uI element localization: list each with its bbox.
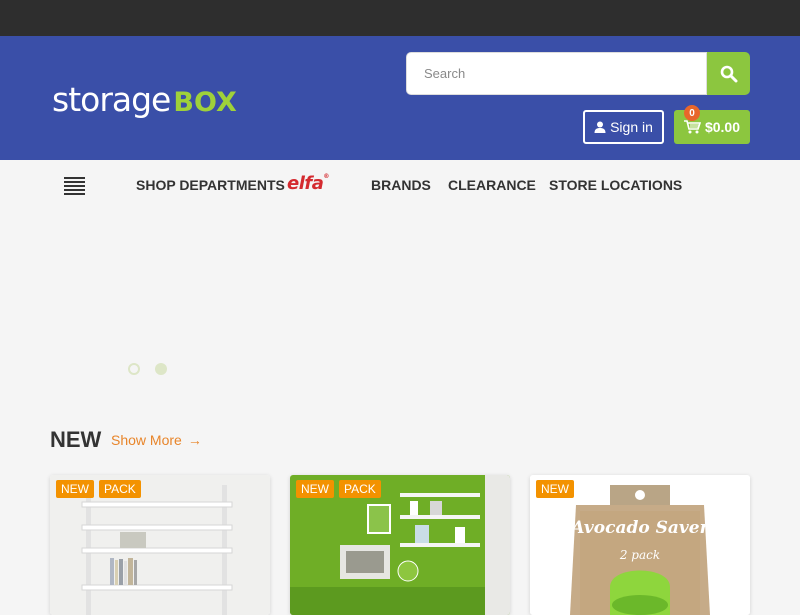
badge-new: NEW [296, 480, 334, 498]
product-card[interactable]: NEW Avocado Saver 2 pack [530, 475, 750, 615]
badge-new: NEW [56, 480, 94, 498]
show-more-label: Show More [111, 432, 182, 448]
product-badges: NEW [536, 480, 574, 498]
cart-icon [683, 120, 701, 134]
storagebox-logo[interactable]: storage BOX [52, 80, 237, 120]
product-card[interactable]: NEW PACK [290, 475, 510, 615]
search-button[interactable] [707, 52, 750, 95]
arrow-right-icon: → [187, 432, 202, 448]
product-badges: NEW PACK [56, 480, 141, 498]
search-bar [406, 52, 750, 95]
badge-new: NEW [536, 480, 574, 498]
product-badges: NEW PACK [296, 480, 381, 498]
badge-pack: PACK [339, 480, 381, 498]
badge-pack: PACK [99, 480, 141, 498]
search-icon [720, 65, 737, 82]
user-icon [594, 121, 606, 133]
slider-dot-2[interactable] [155, 363, 167, 375]
nav-shop-departments[interactable]: SHOP DEPARTMENTS [136, 177, 285, 193]
section-title-new: NEW [50, 427, 102, 452]
elfa-text: elfa [287, 173, 324, 194]
nav-brands[interactable]: BRANDS [371, 177, 431, 193]
cart-total: $0.00 [704, 119, 741, 135]
sign-in-label: Sign in [610, 119, 653, 135]
show-more-link[interactable]: Show More → [111, 432, 202, 448]
top-utility-bar [0, 0, 800, 36]
logo-text-storage: storage [52, 80, 171, 119]
package-subtitle: 2 pack [619, 548, 661, 562]
slider-dot-1[interactable] [128, 363, 140, 375]
main-navigation: SHOP DEPARTMENTS elfa® BRANDS CLEARANCE … [0, 160, 800, 210]
sign-in-button[interactable]: Sign in [583, 110, 664, 144]
product-card[interactable]: NEW PACK [50, 475, 270, 615]
nav-elfa-logo[interactable]: elfa® [287, 173, 329, 194]
hero-slider [0, 210, 800, 400]
package-title: Avocado Saver [571, 518, 709, 538]
site-header: storage BOX Sign in $0.00 0 [0, 36, 800, 160]
cart-count-badge: 0 [684, 105, 700, 121]
nav-clearance[interactable]: CLEARANCE [448, 177, 536, 193]
nav-store-locations[interactable]: STORE LOCATIONS [549, 177, 682, 193]
menu-icon[interactable] [64, 177, 86, 195]
logo-text-box: BOX [173, 87, 237, 118]
search-input[interactable] [406, 52, 707, 95]
